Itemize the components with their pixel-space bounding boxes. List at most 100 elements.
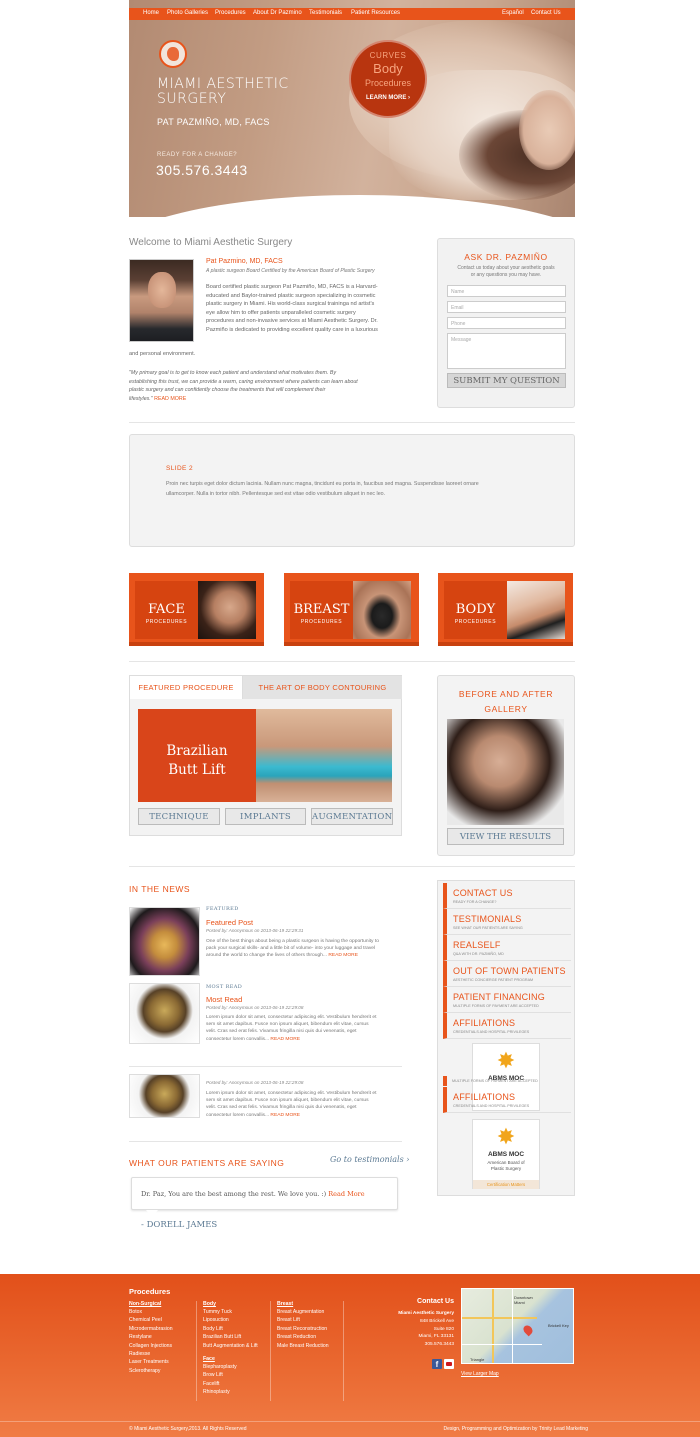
- promo-curves: CURVES: [369, 51, 407, 60]
- promo-learn-more[interactable]: LEARN MORE ›: [351, 95, 425, 101]
- body-procedures-promo[interactable]: CURVES Body Procedures LEARN MORE ›: [349, 40, 427, 118]
- footer-link[interactable]: Facelift: [203, 1380, 237, 1388]
- site-title[interactable]: MIAMI AESTHETIC SURGERY: [157, 77, 289, 107]
- footer-link[interactable]: Breast Lift: [277, 1316, 329, 1324]
- bbl-banner[interactable]: Brazilian Butt Lift: [138, 709, 256, 802]
- tab-featured-procedure[interactable]: FEATURED PROCEDURE: [130, 676, 243, 699]
- submit-question-button[interactable]: SUBMIT MY QUESTION: [447, 373, 566, 388]
- gallery-title-line: BEFORE AND AFTER: [458, 689, 554, 699]
- footer-link[interactable]: Brazilian Butt Lift: [203, 1333, 258, 1341]
- tile-face-procedures[interactable]: FACE PROCEDURES: [129, 573, 264, 646]
- gallery-image[interactable]: [447, 719, 564, 825]
- footer-link[interactable]: Tummy Tuck: [203, 1308, 258, 1316]
- footer-link[interactable]: Butt Augmentation & Lift: [203, 1342, 258, 1350]
- footer-link[interactable]: Blepharoplasty: [203, 1363, 237, 1371]
- footer-link[interactable]: Radiesse: [129, 1350, 173, 1358]
- sidebar-item-affiliations[interactable]: AFFILIATIONS CREDENTIALS AND HOSPITAL PR…: [443, 1013, 571, 1039]
- sidebar-item-sub: Q&A WITH DR. PAZMIÑO, MD: [453, 952, 504, 956]
- news-read-more-link[interactable]: READ MORE: [270, 1113, 300, 1118]
- nav-patient-resources[interactable]: Patient Resources: [351, 10, 400, 16]
- footer-body-heading[interactable]: Body: [203, 1301, 216, 1307]
- footer-link[interactable]: Male Breast Reduction: [277, 1342, 329, 1350]
- footer-link[interactable]: Body Lift: [203, 1325, 258, 1333]
- footer-link[interactable]: Laser Treatments: [129, 1358, 173, 1366]
- footer-link[interactable]: Microdermabrasion: [129, 1325, 173, 1333]
- name-field[interactable]: Name: [447, 285, 566, 297]
- abms-star-icon: ✸: [496, 1048, 516, 1073]
- footer-link[interactable]: Collagen Injections: [129, 1342, 173, 1350]
- nav-espanol[interactable]: Español: [502, 10, 524, 16]
- phone-field[interactable]: Phone: [447, 317, 566, 329]
- certification-matters-link[interactable]: Certification Matters: [473, 1180, 539, 1189]
- doctor-name[interactable]: Pat Pazmino, MD, FACS: [206, 258, 283, 265]
- quote-line: "My primary goal is to get to know each …: [129, 370, 337, 376]
- footer-link[interactable]: Breast Reconstruction: [277, 1325, 329, 1333]
- tile-body-procedures[interactable]: BODY PROCEDURES: [438, 573, 573, 646]
- ask-doctor-form: ASK DR. PAZMIÑO Contact us today about y…: [437, 238, 575, 408]
- footer-link[interactable]: Restylane: [129, 1333, 173, 1341]
- news-title[interactable]: Most Read: [206, 995, 242, 1004]
- sidebar-item-affiliations[interactable]: AFFILIATIONS CREDENTIALS AND HOSPITAL PR…: [443, 1087, 571, 1113]
- news-thumbnail[interactable]: [129, 1074, 200, 1118]
- footer-address-line: Miami, FL 33131: [418, 1334, 454, 1340]
- ask-intro-line: or any questions you may have.: [470, 272, 542, 278]
- site-credit[interactable]: Design, Programming and Optimization by …: [380, 1426, 588, 1432]
- sidebar-links: CONTACT US READY FOR A CHANGE? TESTIMONI…: [437, 880, 575, 1196]
- testimonial-read-more-link[interactable]: Read More: [328, 1190, 364, 1198]
- technique-button[interactable]: TECHNIQUE: [138, 808, 220, 825]
- welcome-read-more-link[interactable]: READ MORE: [154, 396, 186, 402]
- sidebar-item-realself[interactable]: REALSELF Q&A WITH DR. PAZMIÑO, MD: [443, 935, 571, 961]
- footer-link[interactable]: Chemical Peel: [129, 1316, 173, 1324]
- footer-face-heading[interactable]: Face: [203, 1356, 215, 1362]
- tab-body-contouring[interactable]: THE ART OF BODY CONTOURING: [243, 676, 402, 699]
- footer-link[interactable]: Sclerotherapy: [129, 1367, 173, 1375]
- view-larger-map-link[interactable]: View Larger Map: [461, 1371, 499, 1377]
- implants-button[interactable]: IMPLANTS: [225, 808, 306, 825]
- footer-link[interactable]: Rhinoplasty: [203, 1388, 237, 1396]
- sidebar-item-financing[interactable]: PATIENT FINANCING MULTIPLE FORMS OF PAYM…: [443, 987, 571, 1013]
- news-thumbnail[interactable]: [129, 907, 200, 976]
- nav-about[interactable]: About Dr Pazmino: [253, 10, 302, 16]
- footer-link[interactable]: Liposuction: [203, 1316, 258, 1324]
- news-thumbnail[interactable]: [129, 983, 200, 1044]
- location-map[interactable]: Downtown Miami Brickell Key Triangle: [461, 1288, 574, 1364]
- testimonial-text: Dr. Paz, You are the best among the rest…: [141, 1190, 327, 1198]
- nav-testimonials[interactable]: Testimonials: [309, 10, 342, 16]
- nav-photo-galleries[interactable]: Photo Galleries: [167, 10, 208, 16]
- news-title[interactable]: Featured Post: [206, 918, 253, 927]
- sidebar-item-testimonials[interactable]: TESTIMONIALS SEE WHAT OUR PATIENTS ARE S…: [443, 909, 571, 935]
- news-meta: Posted by: Anonymous on 2013-06-19 22:29…: [206, 928, 304, 933]
- tile-face-image: [198, 581, 256, 639]
- nav-procedures[interactable]: Procedures: [215, 10, 246, 16]
- footer-breast-heading[interactable]: Breast: [277, 1301, 293, 1307]
- facebook-icon[interactable]: f: [432, 1359, 442, 1369]
- tile-breast-procedures[interactable]: BREAST PROCEDURES: [284, 573, 419, 646]
- testimonial-text-row: Dr. Paz, You are the best among the rest…: [141, 1190, 365, 1198]
- hero-phone[interactable]: 305.576.3443: [156, 162, 248, 178]
- news-line: sem sit amet dapibus. Fusce non ipsum al…: [206, 1098, 369, 1104]
- footer-nonsurgical-heading[interactable]: Non-Surgical: [129, 1301, 161, 1307]
- nav-home[interactable]: Home: [143, 10, 159, 16]
- message-field[interactable]: Message: [447, 333, 566, 369]
- footer-link[interactable]: Brow Lift: [203, 1371, 237, 1379]
- abms-board: American Board of Plastic Surgery: [473, 1160, 539, 1172]
- nav-contact[interactable]: Contact Us: [531, 10, 561, 16]
- footer-link[interactable]: Breast Reduction: [277, 1333, 329, 1341]
- sidebar-item-title: REALSELF: [453, 940, 501, 950]
- go-to-testimonials-link[interactable]: Go to testimonials ›: [330, 1155, 409, 1164]
- sidebar-item-contact[interactable]: CONTACT US READY FOR A CHANGE?: [443, 883, 571, 909]
- sidebar-item-out-of-town[interactable]: OUT OF TOWN PATIENTS AESTHETIC CONCIERGE…: [443, 961, 571, 987]
- footer-link[interactable]: Breast Augmentation: [277, 1308, 329, 1316]
- youtube-icon-mark: [446, 1362, 452, 1366]
- logo-icon[interactable]: [159, 40, 187, 68]
- news-read-more-link[interactable]: READ MORE: [328, 953, 358, 958]
- email-field[interactable]: Email: [447, 301, 566, 313]
- footer-link[interactable]: Botox: [129, 1308, 173, 1316]
- view-results-button[interactable]: VIEW THE RESULTS: [447, 828, 564, 845]
- abms-badge[interactable]: ✸ ABMS MOC American Board of Plastic Sur…: [472, 1119, 540, 1189]
- news-read-more-link[interactable]: READ MORE: [270, 1037, 300, 1042]
- content-slider[interactable]: SLIDE 2 Proin nec turpis eget dolor dict…: [129, 434, 575, 547]
- augmentation-button[interactable]: AUGMENTATION: [311, 808, 393, 825]
- footer-address-line[interactable]: 305.576.3443: [354, 1341, 454, 1349]
- youtube-icon[interactable]: [444, 1359, 454, 1369]
